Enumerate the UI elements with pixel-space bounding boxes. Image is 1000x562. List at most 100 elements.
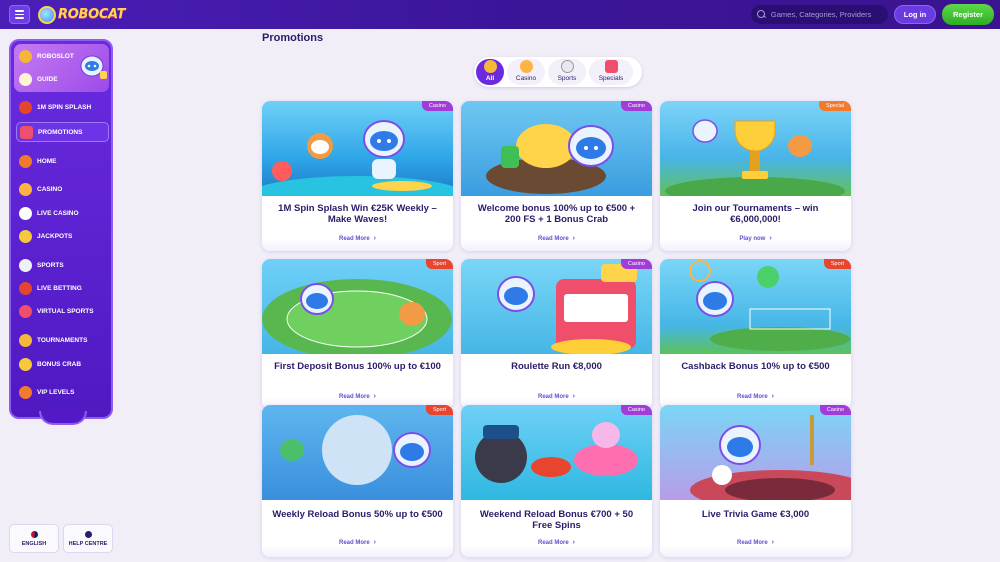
read-more-link[interactable]: Read More › [461, 539, 652, 546]
promo-card[interactable]: Casino Weekend Reload Bonus €700 + 50 Fr… [461, 405, 652, 557]
sidebar-item-bonus-crab[interactable]: BONUS CRAB [16, 354, 109, 374]
promo-card[interactable]: Casino Live Trivia Game €3,000 Read More… [660, 405, 851, 557]
card-title: Live Trivia Game €3,000 [701, 509, 810, 520]
casino-icon [19, 182, 32, 196]
promo-card[interactable]: Casino 1M Spin Splash Win €25K Weekly – … [262, 101, 453, 251]
read-more-link[interactable]: Read More › [660, 393, 851, 400]
virtual-sports-icon [19, 304, 32, 318]
search-icon [757, 10, 766, 19]
card-title: Weekend Reload Bonus €700 + 50 Free Spin… [479, 509, 634, 531]
read-more-link[interactable]: Read More › [461, 393, 652, 400]
sidebar-item-label: GUIDE [37, 75, 58, 83]
sidebar-item-label: CASINO [37, 185, 63, 193]
tab-all[interactable]: All [476, 59, 504, 85]
tab-casino[interactable]: Casino [507, 59, 545, 85]
card-tag: Sport [425, 259, 453, 269]
sidebar-item-label: 1M SPIN SPLASH [37, 103, 92, 111]
sidebar-item-jackpots[interactable]: JACKPOTS [16, 226, 109, 246]
card-tag: Casino [620, 101, 652, 111]
sidebar-item-label: TOURNAMENTS [37, 336, 88, 344]
trophy-icon [483, 60, 497, 73]
promotion-filter-tabs: All Casino Sports Specials [474, 57, 642, 87]
top-header: ROBOCAT Log in Register [0, 0, 1000, 29]
card-tag: Casino [620, 259, 652, 269]
search-input[interactable] [770, 10, 888, 19]
sidebar-item-label: JACKPOTS [37, 232, 73, 240]
chevron-right-icon: › [769, 235, 772, 242]
live-betting-icon [19, 281, 32, 295]
promo-image-roulette-run: Casino [461, 259, 652, 354]
promo-image-cashback: Sport [660, 259, 851, 354]
crab-icon [19, 357, 32, 371]
sidebar-item-tournaments[interactable]: TOURNAMENTS [16, 330, 109, 350]
card-title: Welcome bonus 100% up to €500 + 200 FS +… [477, 203, 636, 225]
sidebar-item-virtual-sports[interactable]: VIRTUAL SPORTS [16, 301, 109, 321]
promo-image-weekend-reload: Casino [461, 405, 652, 500]
chevron-right-icon: › [771, 393, 775, 400]
read-more-link[interactable]: Read More › [461, 235, 652, 242]
sidebar-item-live-betting[interactable]: LIVE BETTING [16, 278, 109, 298]
splash-icon [19, 100, 32, 114]
chevron-right-icon: › [373, 393, 377, 400]
logo[interactable]: ROBOCAT [38, 4, 125, 25]
sidebar-item-live-casino[interactable]: LIVE CASINO [16, 203, 109, 223]
sidebar-item-label: VIP LEVELS [37, 388, 75, 396]
trophy-icon [19, 333, 32, 347]
card-tag: Casino [819, 405, 851, 415]
chevron-right-icon: › [572, 235, 576, 242]
logo-text: ROBOCAT [58, 7, 126, 22]
card-title: Cashback Bonus 10% up to €500 [681, 361, 830, 372]
logo-icon [38, 5, 56, 24]
menu-button[interactable] [9, 5, 30, 24]
promo-card[interactable]: Casino Welcome bonus 100% up to €500 + 2… [461, 101, 652, 251]
sidebar-item-home[interactable]: HOME [16, 151, 109, 171]
sidebar-item-vip-levels[interactable]: VIP LEVELS [16, 382, 109, 402]
sidebar-item-roboslot[interactable]: ROBOSLOT [16, 46, 109, 66]
help-centre-button[interactable]: HELP CENTRE [63, 524, 113, 553]
tab-sports[interactable]: Sports [548, 59, 586, 85]
sidebar-item-guide[interactable]: GUIDE [16, 69, 109, 89]
promo-card[interactable]: Sport Cashback Bonus 10% up to €500 Read… [660, 259, 851, 409]
card-tag: Sport [425, 405, 453, 415]
casino-icon [519, 60, 533, 73]
sidebar-item-promotions[interactable]: PROMOTIONS [16, 122, 109, 142]
guide-icon [19, 72, 32, 86]
promo-image-spin-splash: Casino [262, 101, 453, 196]
play-now-link[interactable]: Play now › [660, 235, 851, 242]
promo-image-first-deposit: Sport [262, 259, 453, 354]
register-button[interactable]: Register [942, 4, 994, 25]
ball-icon [19, 258, 32, 272]
sidebar-item-label: ROBOSLOT [37, 52, 74, 60]
tab-specials[interactable]: Specials [589, 59, 633, 85]
read-more-link[interactable]: Read More › [262, 393, 453, 400]
chevron-right-icon: › [771, 539, 775, 546]
help-icon [84, 530, 92, 538]
promo-card[interactable]: Special Join our Tournaments – win €6,00… [660, 101, 851, 251]
promo-card[interactable]: Sport Weekly Reload Bonus 50% up to €500… [262, 405, 453, 557]
sidebar-item-label: VIRTUAL SPORTS [37, 307, 94, 315]
sidebar-item-sports[interactable]: SPORTS [16, 255, 109, 275]
card-title: Roulette Run €8,000 [511, 361, 602, 372]
sidebar-item-label: PROMOTIONS [38, 128, 83, 136]
sidebar-item-label: BONUS CRAB [37, 360, 82, 368]
vip-icon [19, 385, 32, 399]
login-button[interactable]: Log in [894, 5, 936, 24]
sidebar-item-1m-spin-splash[interactable]: 1M SPIN SPLASH [16, 97, 109, 117]
search-box[interactable] [751, 5, 888, 24]
uk-flag-icon [30, 530, 38, 538]
card-tag: Special [818, 101, 851, 111]
chevron-right-icon: › [572, 393, 576, 400]
home-icon [19, 154, 32, 168]
promo-image-welcome-bonus: Casino [461, 101, 652, 196]
sidebar: ROBOSLOT GUIDE 1M SPIN SPLASH PROMOTIONS… [9, 39, 113, 425]
live-casino-icon [19, 206, 32, 220]
read-more-link[interactable]: Read More › [660, 539, 851, 546]
read-more-link[interactable]: Read More › [262, 539, 453, 546]
sidebar-item-label: LIVE BETTING [37, 284, 82, 292]
promo-card[interactable]: Sport First Deposit Bonus 100% up to €10… [262, 259, 453, 409]
promo-card[interactable]: Casino Roulette Run €8,000 Read More › [461, 259, 652, 409]
sidebar-item-casino[interactable]: CASINO [16, 179, 109, 199]
sidebar-item-label: HOME [37, 157, 57, 165]
read-more-link[interactable]: Read More › [262, 235, 453, 242]
language-button[interactable]: ENGLISH [9, 524, 59, 553]
